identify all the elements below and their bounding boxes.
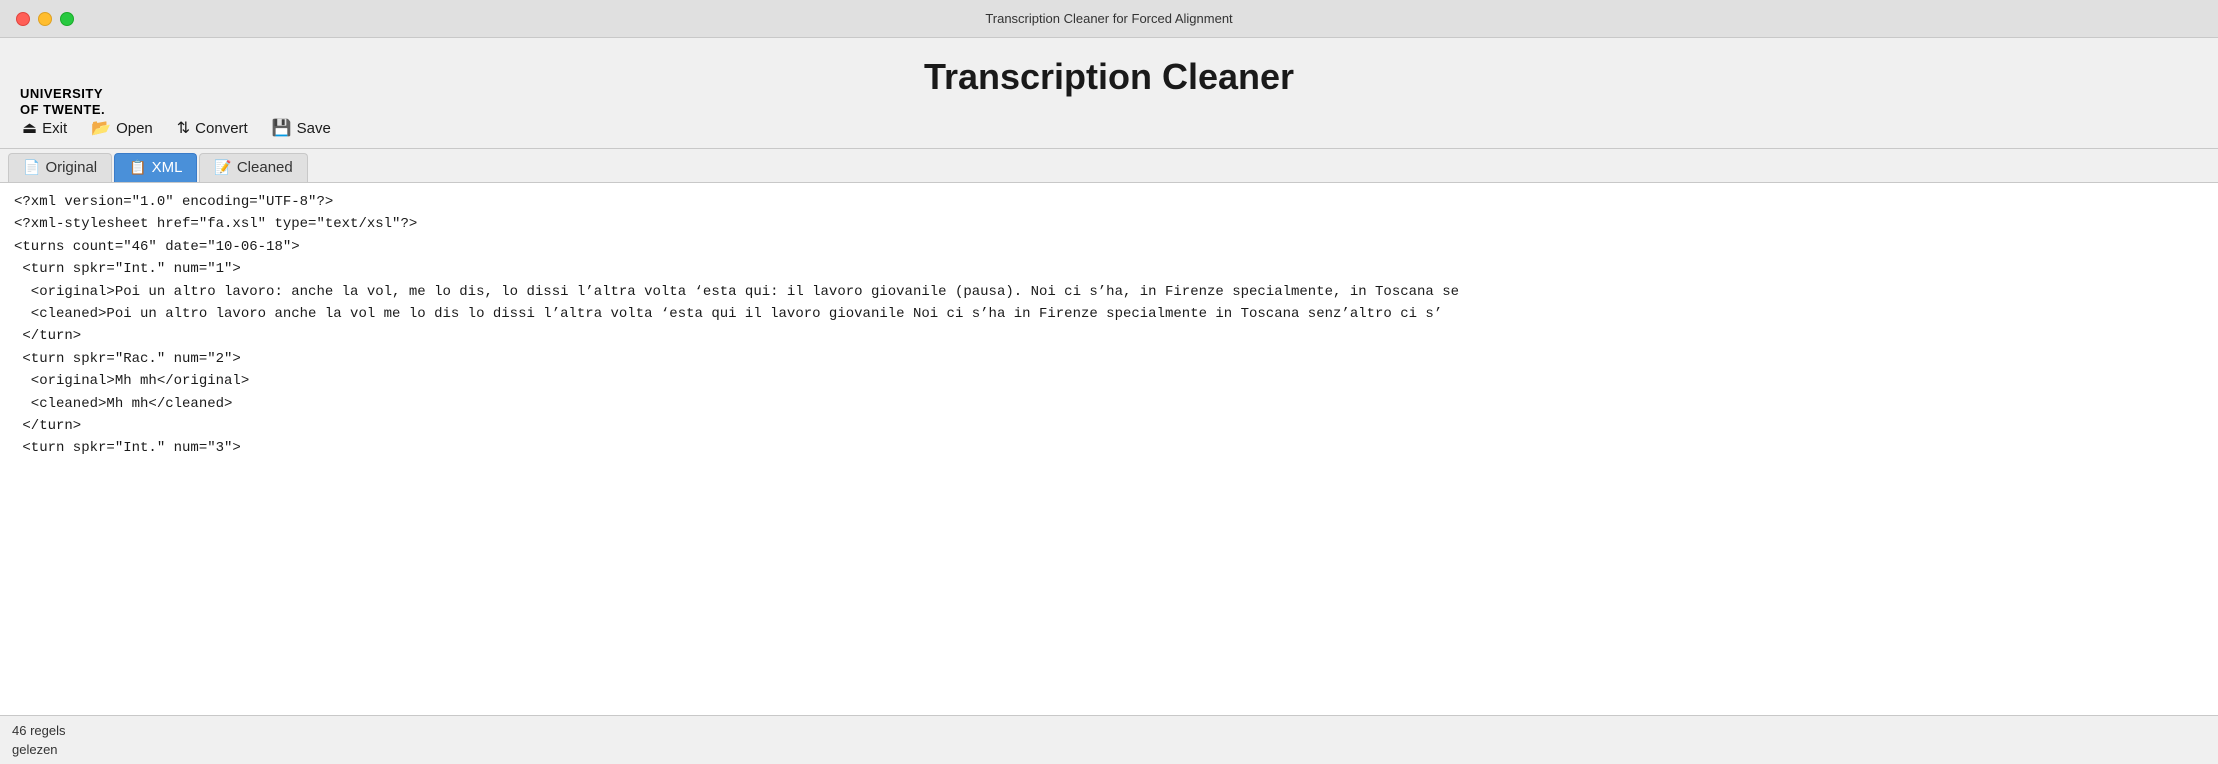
original-tab-icon: 📄 bbox=[23, 159, 40, 176]
exit-button[interactable]: ⏏ Exit bbox=[12, 114, 77, 142]
maximize-button[interactable] bbox=[60, 12, 74, 26]
convert-label: Convert bbox=[195, 120, 248, 137]
cleaned-tab-label: Cleaned bbox=[237, 159, 293, 176]
close-button[interactable] bbox=[16, 12, 30, 26]
tab-cleaned[interactable]: 📝 Cleaned bbox=[199, 153, 307, 182]
xml-content[interactable]: <?xml version="1.0" encoding="UTF-8"?> <… bbox=[0, 183, 2218, 716]
title-bar: Transcription Cleaner for Forced Alignme… bbox=[0, 0, 2218, 38]
exit-label: Exit bbox=[42, 120, 67, 137]
status-line-2: gelezen bbox=[12, 740, 2206, 760]
xml-tab-icon: 📋 bbox=[129, 159, 146, 176]
app-title: Transcription Cleaner bbox=[0, 56, 2218, 98]
tab-xml[interactable]: 📋 XML bbox=[114, 153, 197, 182]
traffic-lights bbox=[16, 12, 74, 26]
save-label: Save bbox=[297, 120, 331, 137]
tab-original[interactable]: 📄 Original bbox=[8, 153, 112, 182]
xml-tab-label: XML bbox=[152, 159, 183, 176]
status-line-1: 46 regels bbox=[12, 721, 2206, 741]
minimize-button[interactable] bbox=[38, 12, 52, 26]
convert-icon: ⇅ bbox=[177, 118, 190, 138]
convert-button[interactable]: ⇅ Convert bbox=[167, 114, 258, 142]
status-bar: 46 regels gelezen bbox=[0, 716, 2218, 764]
tab-bar: 📄 Original 📋 XML 📝 Cleaned bbox=[0, 149, 2218, 183]
cleaned-tab-icon: 📝 bbox=[214, 159, 231, 176]
app-header: Transcription Cleaner bbox=[0, 38, 2218, 108]
university-logo: UNIVERSITY OF TWENTE. bbox=[20, 86, 105, 117]
exit-icon: ⏏ bbox=[22, 118, 37, 138]
open-icon: 📂 bbox=[91, 118, 111, 138]
window-title: Transcription Cleaner for Forced Alignme… bbox=[985, 11, 1232, 26]
save-button[interactable]: 💾 Save bbox=[262, 114, 341, 142]
open-button[interactable]: 📂 Open bbox=[81, 114, 163, 142]
open-label: Open bbox=[116, 120, 153, 137]
toolbar: ⏏ Exit 📂 Open ⇅ Convert 💾 Save bbox=[0, 108, 2218, 149]
original-tab-label: Original bbox=[45, 159, 97, 176]
save-icon: 💾 bbox=[272, 118, 292, 138]
